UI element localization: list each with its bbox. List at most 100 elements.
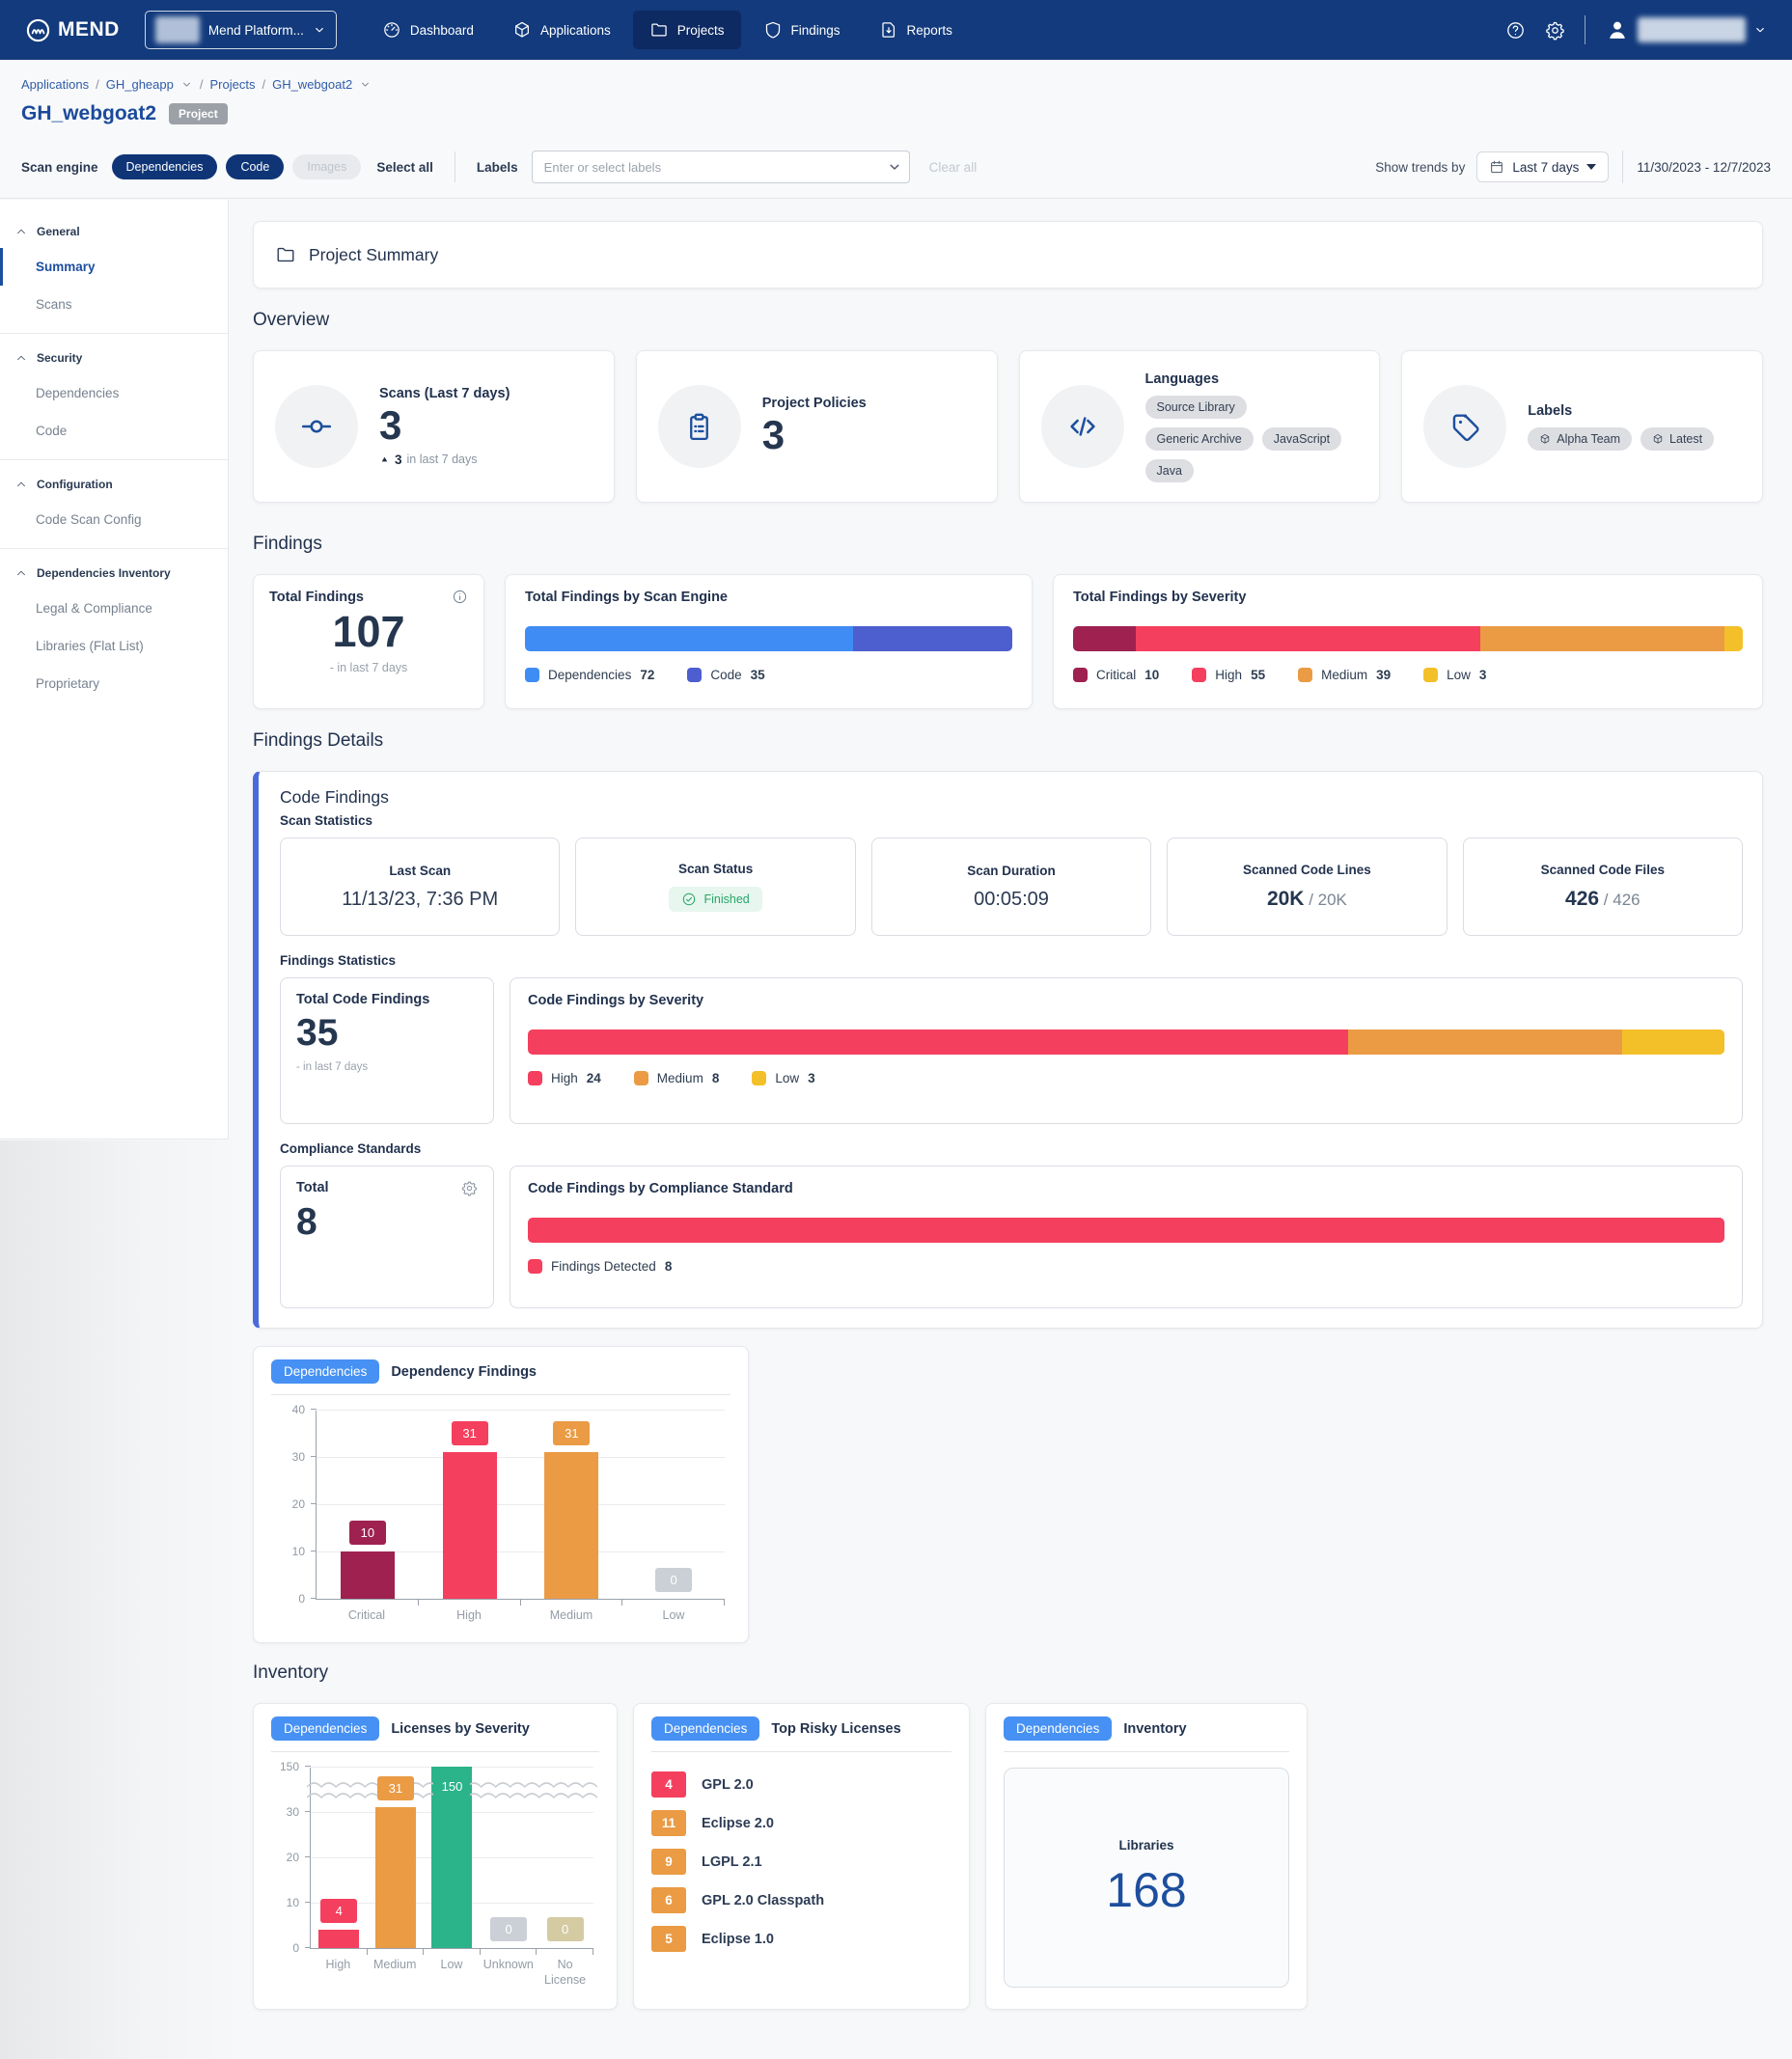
- bar-segment-low: [1622, 1030, 1724, 1055]
- chevron-down-icon[interactable]: [888, 160, 901, 174]
- legend-swatch: [528, 1071, 542, 1085]
- reports-icon: [879, 20, 898, 40]
- scan-engine-label: Scan engine: [21, 160, 98, 175]
- chevron-down-icon[interactable]: [359, 78, 372, 91]
- total-code-findings-card: Total Code Findings 35 - in last 7 days: [280, 977, 494, 1124]
- clear-all-button[interactable]: Clear all: [929, 160, 978, 175]
- risky-license-name: LGPL 2.1: [702, 1854, 762, 1870]
- sidebar-item-legal-compliance[interactable]: Legal & Compliance: [0, 590, 228, 627]
- org-selector-dropdown[interactable]: Mend Platform...: [145, 11, 337, 49]
- bar-segment-high: [1136, 626, 1480, 651]
- engine-filter-code[interactable]: Code: [226, 154, 284, 179]
- libraries-count-box[interactable]: Libraries 168: [1004, 1768, 1289, 1988]
- divider: [1622, 151, 1623, 183]
- sidebar-item-summary[interactable]: Summary: [0, 248, 228, 286]
- x-label-no-license: No License: [537, 1958, 593, 1988]
- nav-item-findings[interactable]: Findings: [747, 11, 857, 49]
- breadcrumb-link-gh-webgoat2[interactable]: GH_webgoat2: [272, 77, 352, 92]
- trends-period-value: Last 7 days: [1512, 160, 1579, 175]
- risky-license-row: 9LGPL 2.1: [651, 1849, 951, 1875]
- help-icon[interactable]: [1505, 20, 1526, 41]
- legend-item-high: High24: [528, 1071, 601, 1085]
- sidebar-item-scans[interactable]: Scans: [0, 286, 228, 323]
- bar-value-critical: 10: [349, 1521, 386, 1545]
- findings-heading: Findings: [253, 534, 322, 555]
- bar-value-high: 31: [452, 1421, 488, 1445]
- stat-card-value: 00:05:09: [974, 889, 1049, 911]
- breadcrumb-separator: /: [200, 77, 204, 92]
- legend-swatch: [528, 1259, 542, 1274]
- nav-item-projects[interactable]: Projects: [633, 11, 741, 49]
- scans-card: Scans (Last 7 days) 3 3 in last 7 days: [253, 350, 615, 503]
- language-chips: Source LibraryGeneric ArchiveJavaScriptJ…: [1145, 396, 1359, 482]
- overview-cards: Scans (Last 7 days) 3 3 in last 7 days P…: [253, 350, 1763, 503]
- engine-filter-dependencies[interactable]: Dependencies: [112, 154, 218, 179]
- by-engine-bar: [525, 626, 1012, 651]
- gear-icon[interactable]: [1545, 20, 1565, 41]
- legend-item-high: High55: [1192, 668, 1265, 682]
- sidebar-section-security[interactable]: Security: [0, 342, 228, 374]
- breadcrumb-link-applications[interactable]: Applications: [21, 77, 89, 92]
- sidebar-item-dependencies[interactable]: Dependencies: [0, 374, 228, 412]
- stat-card-title: Scanned Code Files: [1541, 863, 1665, 877]
- chevron-up-icon: [15, 352, 27, 364]
- by-severity-legend: Critical10High55Medium39Low3: [1073, 668, 1743, 682]
- top-nav: MEND Mend Platform... DashboardApplicati…: [0, 0, 1792, 60]
- labels-text-field[interactable]: [532, 151, 910, 183]
- nav-item-reports[interactable]: Reports: [863, 11, 969, 49]
- legend-value: 39: [1376, 668, 1391, 682]
- page-header: Applications/GH_gheapp/Projects/GH_webgo…: [0, 60, 1792, 199]
- sidebar-item-code[interactable]: Code: [0, 412, 228, 450]
- by-standard-title: Code Findings by Compliance Standard: [528, 1181, 793, 1196]
- info-icon[interactable]: [452, 589, 468, 605]
- select-all-button[interactable]: Select all: [376, 160, 433, 175]
- legend-label: Medium: [657, 1071, 703, 1085]
- user-menu[interactable]: [1605, 17, 1767, 42]
- labels-card: Labels Alpha TeamLatest: [1401, 350, 1763, 503]
- labels-input[interactable]: [532, 151, 910, 183]
- inventory-cards: Dependencies Licenses by Severity 010203…: [253, 1703, 1308, 2010]
- inventory-card: Dependencies Inventory Libraries 168: [985, 1703, 1308, 2010]
- legend-swatch: [1073, 668, 1088, 682]
- y-axis-tick-30: 30: [272, 1450, 305, 1464]
- inventory-heading: Inventory: [253, 1662, 328, 1684]
- y-axis-tick-20: 20: [272, 1497, 305, 1511]
- sidebar-item-libraries-flat-list[interactable]: Libraries (Flat List): [0, 627, 228, 665]
- code-by-severity-legend: High24Medium8Low3: [528, 1071, 1724, 1085]
- code-findings-by-severity-card: Code Findings by Severity High24Medium8L…: [510, 977, 1743, 1124]
- sidebar-item-proprietary[interactable]: Proprietary: [0, 665, 228, 702]
- calendar-icon: [1489, 159, 1504, 175]
- policies-card: Project Policies 3: [636, 350, 998, 503]
- breadcrumb-link-projects[interactable]: Projects: [209, 77, 255, 92]
- gear-icon[interactable]: [461, 1180, 478, 1196]
- inventory-card-title: Inventory: [1123, 1721, 1186, 1737]
- by-severity-bar: [1073, 626, 1743, 651]
- legend-label: Dependencies: [548, 668, 631, 682]
- nav-item-applications[interactable]: Applications: [496, 11, 627, 49]
- compliance-total-card: Total 8: [280, 1166, 494, 1308]
- sidebar-section-dependencies-inventory[interactable]: Dependencies Inventory: [0, 557, 228, 590]
- brand-name: MEND: [58, 18, 120, 41]
- sidebar-item-code-scan-config[interactable]: Code Scan Config: [0, 501, 228, 538]
- findings-by-engine-card: Total Findings by Scan Engine Dependenci…: [505, 574, 1033, 709]
- risky-license-count: 5: [651, 1926, 686, 1952]
- breadcrumb-link-gh-gheapp[interactable]: GH_gheapp: [106, 77, 174, 92]
- scans-delta-suffix: in last 7 days: [407, 453, 478, 466]
- scan-stat-cards: Last Scan11/13/23, 7:36 PMScan StatusFin…: [280, 837, 1743, 936]
- stat-card-title: Scanned Code Lines: [1243, 863, 1371, 877]
- legend-item-dependencies: Dependencies72: [525, 668, 654, 682]
- labels-card-title: Labels: [1528, 403, 1714, 419]
- engine-filter-images[interactable]: Images: [292, 154, 361, 179]
- nav-right-cluster: [1505, 15, 1767, 44]
- trends-period-dropdown[interactable]: Last 7 days: [1476, 151, 1609, 182]
- sidebar-section-configuration[interactable]: Configuration: [0, 468, 228, 501]
- sidebar-section-general[interactable]: General: [0, 215, 228, 248]
- nav-item-dashboard[interactable]: Dashboard: [366, 11, 490, 49]
- licenses-by-severity-chart: 010203015043115000HighMediumLowUnknownNo…: [271, 1768, 599, 1988]
- dashboard-icon: [382, 20, 401, 40]
- legend-value: 8: [665, 1259, 673, 1274]
- legend-value: 24: [587, 1071, 601, 1085]
- compliance-chart-card: Code Findings by Compliance Standard Fin…: [510, 1166, 1743, 1308]
- chevron-down-icon[interactable]: [180, 78, 193, 91]
- chip-generic-archive: Generic Archive: [1145, 427, 1254, 451]
